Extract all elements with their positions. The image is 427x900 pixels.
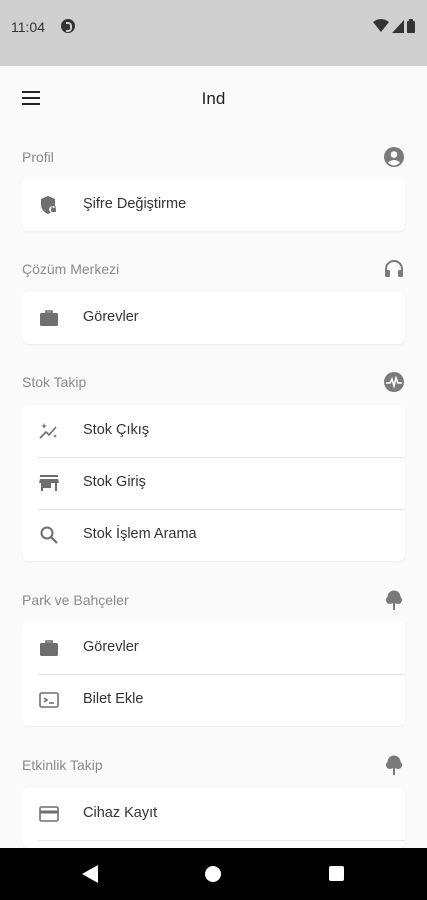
terminal-icon: [39, 692, 59, 708]
section-card-cozum-merkezi: Görevler: [22, 292, 405, 344]
status-bar: 11:04: [0, 0, 427, 66]
list-item-label: Görevler: [83, 639, 139, 655]
status-icons: [373, 19, 415, 33]
list-item-cihaz-kayit[interactable]: Cihaz Kayıt: [22, 788, 405, 840]
system-nav-bar: [0, 848, 427, 900]
list-item-label: Şifre Değiştirme: [83, 196, 187, 212]
home-icon[interactable]: [205, 866, 221, 882]
app-bar: Ind: [0, 66, 427, 130]
shield-lock-icon: [41, 196, 58, 214]
list-item-stok-cikis[interactable]: Stok Çıkış: [22, 405, 405, 457]
section-card-etkinlik-takip: Cihaz Kayıt: [22, 788, 405, 848]
list-item-label: Görevler: [83, 309, 139, 325]
account-circle-icon: [384, 147, 404, 167]
list-item-stok-islem-arama[interactable]: Stok İşlem Arama: [22, 509, 405, 561]
credit-card-icon: [39, 806, 59, 822]
list-item-label: Stok İşlem Arama: [83, 526, 197, 542]
section-label: Park ve Bahçeler: [22, 592, 129, 608]
recent-apps-icon[interactable]: [329, 866, 344, 881]
section-header-profil: Profil: [22, 146, 405, 170]
google-icon: [61, 19, 75, 33]
section-label: Stok Takip: [22, 374, 87, 390]
list-item-gorevler[interactable]: Görevler: [22, 622, 405, 674]
section-label: Çözüm Merkezi: [22, 261, 120, 277]
battery-icon: [407, 19, 415, 33]
list-item-label: Stok Çıkış: [83, 422, 150, 438]
section-header-stok-takip: Stok Takip: [22, 371, 405, 395]
list-item-label: Cihaz Kayıt: [83, 805, 158, 821]
headset-icon: [385, 260, 403, 277]
page-title: Ind: [201, 89, 226, 108]
list-item-label: Bilet Ekle: [83, 691, 144, 707]
section-card-stok-takip: Stok Çıkış Stok Giriş Stok İşlem Arama: [22, 405, 405, 561]
briefcase-icon: [40, 640, 58, 656]
store-icon: [39, 475, 59, 491]
list-item-bilet-ekle[interactable]: Bilet Ekle: [22, 674, 405, 726]
list-item-gorevler[interactable]: Görevler: [22, 292, 405, 344]
section-header-cozum-merkezi: Çözüm Merkezi: [22, 258, 405, 282]
wifi-icon: [373, 19, 389, 32]
tree-icon: [386, 755, 402, 775]
briefcase-icon: [40, 310, 58, 326]
section-card-profil: Şifre Değiştirme: [22, 179, 405, 231]
list-item-partial: [22, 840, 405, 848]
section-header-etkinlik-takip: Etkinlik Takip: [22, 754, 405, 778]
search-icon: [40, 526, 58, 544]
section-header-park-ve-bahceler: Park ve Bahçeler: [22, 589, 405, 613]
signal-icon: [392, 19, 404, 33]
status-time: 11:04: [11, 19, 45, 35]
tree-icon: [386, 590, 402, 610]
pulse-icon: [384, 372, 404, 392]
section-card-park-ve-bahceler: Görevler Bilet Ekle: [22, 622, 405, 726]
section-label: Etkinlik Takip: [22, 757, 103, 773]
list-item-sifre-degistirme[interactable]: Şifre Değiştirme: [22, 179, 405, 231]
list-item-label: Stok Giriş: [83, 474, 146, 490]
section-label: Profil: [22, 149, 54, 165]
sparkle-trend-icon: [39, 423, 57, 439]
back-icon[interactable]: [82, 865, 98, 883]
list-item-stok-giris[interactable]: Stok Giriş: [22, 457, 405, 509]
